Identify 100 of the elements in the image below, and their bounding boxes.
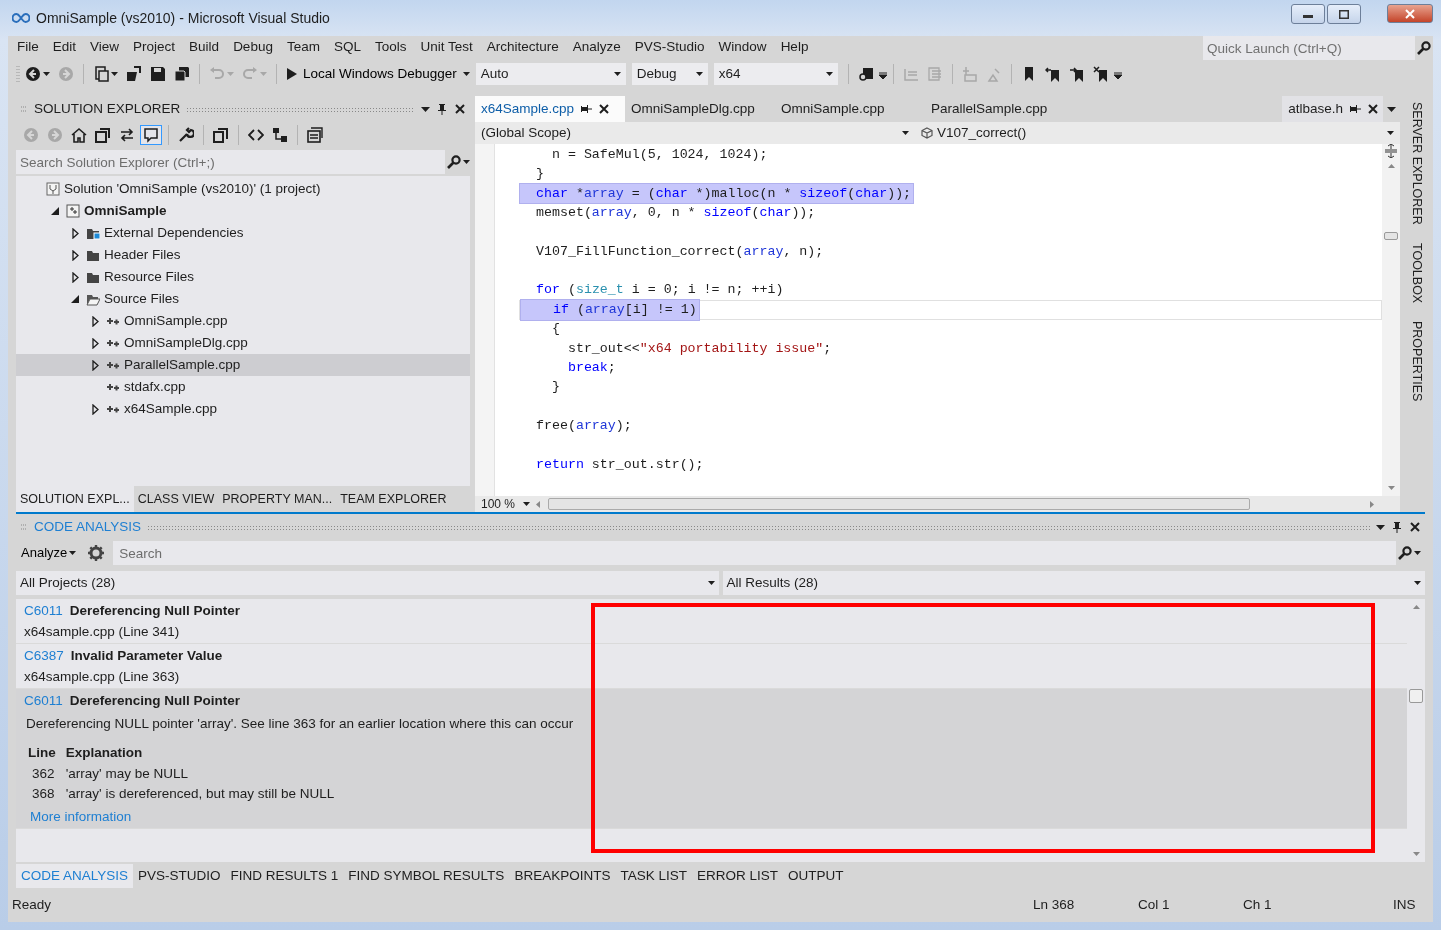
tree-item[interactable]: stdafx.cpp (16, 376, 470, 398)
panel-tab[interactable]: OUTPUT (782, 864, 849, 888)
expanded-arrow-icon[interactable] (51, 207, 59, 215)
scroll-right-icon[interactable] (1370, 500, 1374, 508)
panel-tab[interactable]: CODE ANALYSIS (16, 864, 134, 888)
panel-tab[interactable]: ERROR LIST (691, 864, 783, 888)
panel-tab[interactable]: TEAM EXPLORER (336, 486, 451, 512)
menu-item[interactable]: Team (279, 36, 327, 58)
analyze-menu-button[interactable]: Analyze (18, 541, 80, 565)
tree-item[interactable]: OmniSampleDlg.cpp (16, 332, 470, 354)
panel-tab[interactable]: FIND SYMBOL RESULTS (343, 864, 510, 888)
member-dropdown[interactable]: V107_correct() (915, 122, 1400, 144)
side-tab[interactable]: SERVER EXPLORER (1407, 102, 1426, 225)
tree-item[interactable]: x64Sample.cpp (16, 398, 470, 420)
show-all-files-button[interactable] (140, 125, 162, 145)
result-item[interactable]: C6011 Dereferencing Null Pointer x64sample.cpp (Line 341) (16, 599, 1407, 645)
start-debugging-button[interactable]: Local Windows Debugger (283, 63, 474, 85)
dropdown-icon[interactable] (1376, 524, 1385, 530)
dropdown-icon[interactable] (421, 106, 430, 112)
minimize-button[interactable] (1291, 4, 1325, 24)
tree-item[interactable]: Solution 'OmniSample (vs2010)' (1 project) (16, 178, 470, 200)
menu-item[interactable]: PVS-Studio (627, 36, 712, 58)
menu-item[interactable]: Analyze (565, 36, 628, 58)
collapsed-arrow-icon[interactable] (91, 403, 99, 415)
menu-item[interactable]: Help (773, 36, 816, 58)
menu-item[interactable]: Tools (367, 36, 414, 58)
document-tab[interactable]: OmniSample.cpp (775, 96, 925, 122)
collapsed-arrow-icon[interactable] (91, 337, 99, 349)
side-tab[interactable]: PROPERTIES (1407, 320, 1426, 402)
dropdown-field[interactable]: Auto (475, 63, 626, 85)
document-tab[interactable]: atlbase.h (1282, 96, 1383, 122)
pin-icon[interactable] (1391, 521, 1403, 533)
menu-item[interactable]: Edit (45, 36, 84, 58)
dropdown-field[interactable]: Debug (631, 63, 708, 85)
menu-item[interactable]: File (10, 36, 46, 58)
tree-item[interactable]: Resource Files (16, 266, 470, 288)
collapsed-arrow-icon[interactable] (71, 227, 79, 239)
collapsed-arrow-icon[interactable] (91, 315, 99, 327)
menu-item[interactable]: Unit Test (413, 36, 480, 58)
search-field[interactable]: Search (113, 541, 1396, 565)
menu-item[interactable]: SQL (326, 36, 368, 58)
panel-tab[interactable]: SOLUTION EXPL... (16, 486, 134, 512)
preview-button[interactable] (304, 125, 326, 145)
close-icon[interactable] (454, 103, 466, 115)
close-button[interactable] (1387, 4, 1433, 24)
panel-tab[interactable]: CLASS VIEW (133, 486, 219, 512)
maximize-button[interactable] (1327, 4, 1361, 24)
search-icon[interactable] (447, 155, 461, 169)
tree-item[interactable]: Source Files (16, 288, 470, 310)
scroll-left-icon[interactable] (536, 500, 541, 508)
document-tab[interactable]: OmniSampleDlg.cpp (625, 96, 775, 122)
scroll-down-icon[interactable] (1412, 852, 1420, 856)
panel-tab[interactable]: PROPERTY MAN... (218, 486, 337, 512)
save-icon (150, 66, 166, 82)
tree-item[interactable]: OmniSample.cpp (16, 310, 470, 332)
panel-tab[interactable]: PVS-STUDIO (133, 864, 226, 888)
quick-launch-field[interactable]: Quick Launch (Ctrl+Q) (1203, 36, 1415, 60)
scope-dropdown[interactable]: (Global Scope) (475, 122, 915, 144)
tree-item[interactable]: Header Files (16, 244, 470, 266)
scrollbar-thumb[interactable] (1409, 689, 1423, 703)
scrollbar-thumb[interactable] (548, 498, 1251, 510)
scroll-up-icon[interactable] (1387, 164, 1395, 168)
menu-item[interactable]: Build (182, 36, 227, 58)
split-icon[interactable] (1385, 144, 1397, 158)
side-tab[interactable]: TOOLBOX (1407, 242, 1426, 303)
scroll-down-icon[interactable] (1387, 486, 1395, 490)
panel-tab[interactable]: TASK LIST (615, 864, 692, 888)
document-tab[interactable]: ParallelSample.cpp (925, 96, 1075, 122)
menu-item[interactable]: View (83, 36, 127, 58)
caret-icon (43, 72, 50, 76)
overflow-icon[interactable] (878, 69, 887, 79)
overflow-icon[interactable] (1113, 69, 1122, 79)
collapsed-arrow-icon[interactable] (71, 249, 79, 261)
close-icon[interactable] (1409, 521, 1421, 533)
scrollbar-thumb[interactable] (1384, 232, 1398, 240)
result-item[interactable] (16, 689, 1407, 830)
panel-tab[interactable]: BREAKPOINTS (509, 864, 616, 888)
warning-title: Invalid Parameter Value (70, 648, 223, 664)
filter-dropdown[interactable]: All Results (28) (722, 571, 1425, 595)
scroll-up-icon[interactable] (1412, 605, 1420, 609)
document-tab[interactable]: x64Sample.cpp (475, 96, 625, 122)
expanded-arrow-icon[interactable] (71, 295, 79, 303)
menu-item[interactable]: Debug (226, 36, 280, 58)
menu-item[interactable]: Project (126, 36, 183, 58)
menu-item[interactable]: Window (711, 36, 774, 58)
pin-icon[interactable] (436, 103, 448, 115)
dropdown-field[interactable]: x64 (713, 63, 838, 85)
collapsed-arrow-icon[interactable] (71, 271, 79, 283)
tree-item[interactable]: OmniSample (16, 200, 470, 222)
panel-tab[interactable]: FIND RESULTS 1 (225, 864, 344, 888)
filter-dropdown[interactable]: All Projects (28) (16, 571, 719, 595)
tree-item[interactable]: ParallelSample.cpp (16, 354, 470, 376)
collapsed-arrow-icon[interactable] (91, 359, 99, 371)
zoom-dropdown[interactable]: 100 % (475, 495, 537, 513)
caret-icon (111, 72, 118, 76)
search-field[interactable]: Search Solution Explorer (Ctrl+;) (16, 150, 445, 174)
code-line: } (535, 165, 545, 184)
tree-item[interactable]: External Dependencies (16, 222, 470, 244)
tab-dropdown-icon[interactable] (1387, 106, 1396, 112)
menu-item[interactable]: Architecture (479, 36, 566, 58)
